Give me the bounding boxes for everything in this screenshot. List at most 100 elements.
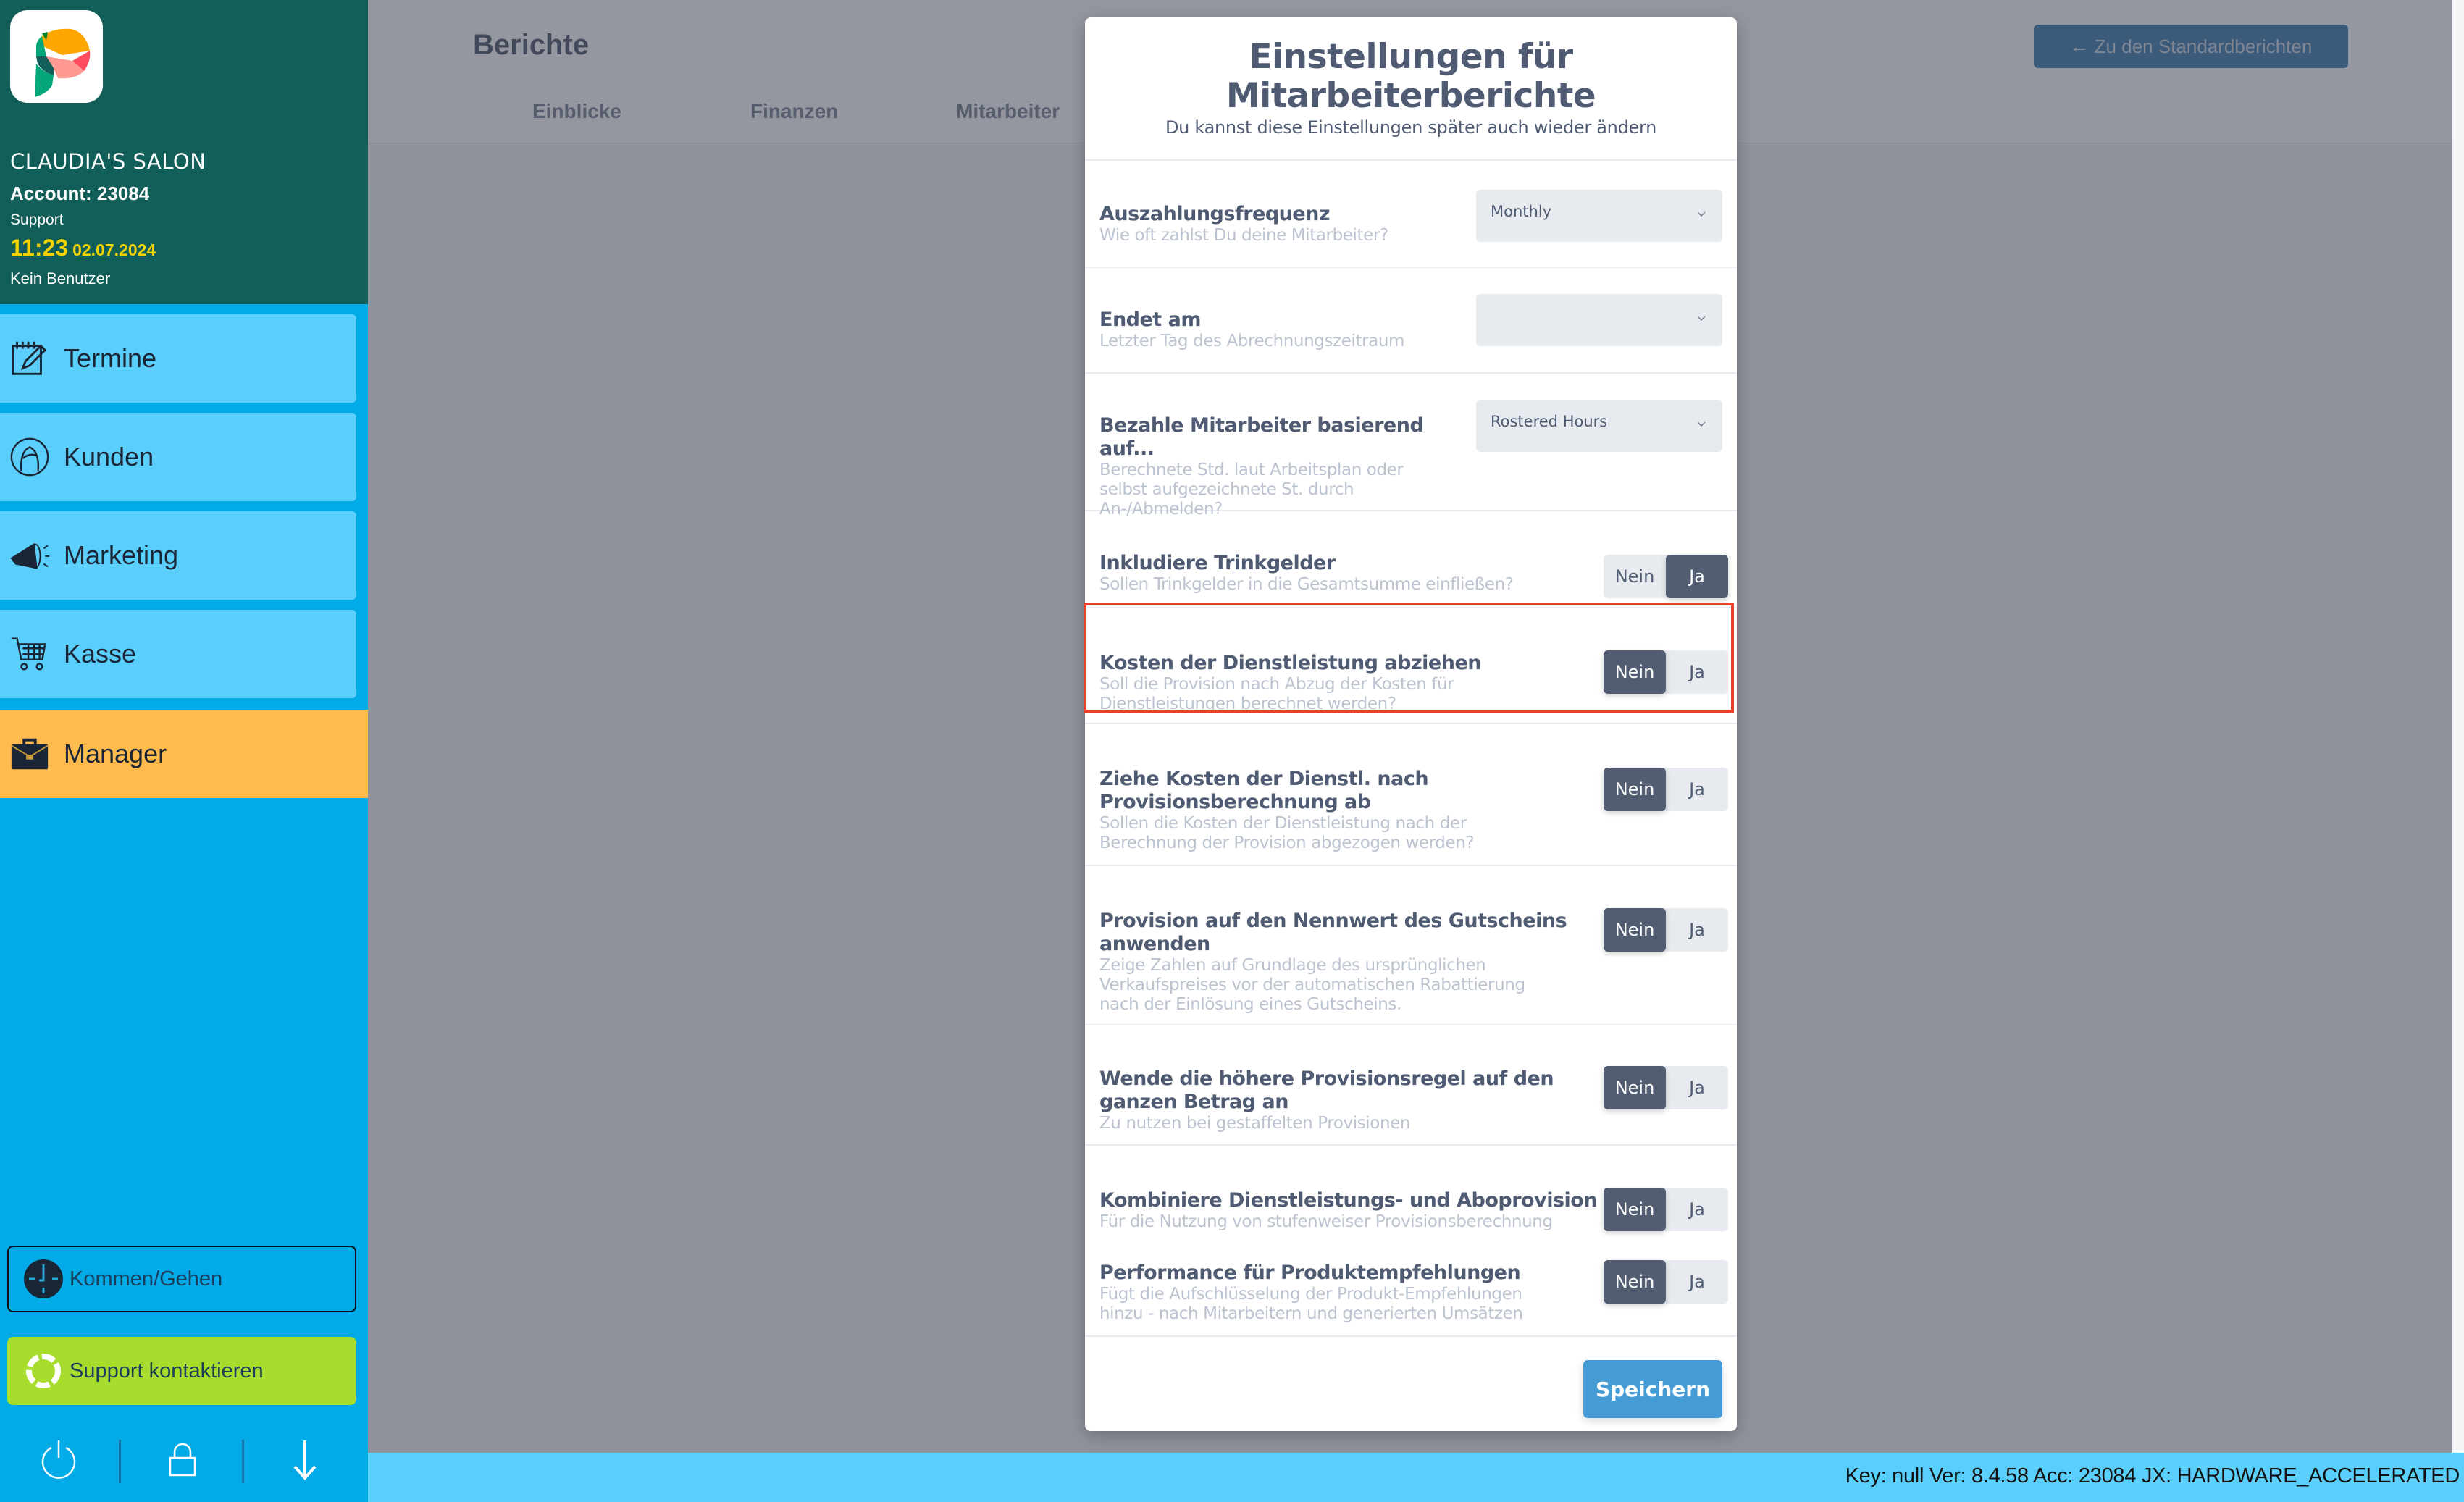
setting-title: Performance für Produktempfehlungen	[1099, 1262, 1521, 1284]
setting-higher-commission-rule: Wende die höhere Provisionsregel auf den…	[1085, 1025, 1737, 1146]
toggle-yes[interactable]: Ja	[1666, 650, 1728, 694]
status-bar: Key: null Ver: 8.4.58 Acc: 23084 JX: HAR…	[368, 1453, 2464, 1502]
setting-deduct-service-cost: Kosten der Dienstleistung abziehen Soll …	[1085, 608, 1737, 724]
setting-desc-line: hinzu - nach Mitarbeitern und generierte…	[1099, 1304, 1523, 1323]
toggle-yes[interactable]: Ja	[1666, 555, 1728, 598]
salon-name: CLAUDIA'S SALON	[10, 149, 206, 174]
setting-desc-line: Zeige Zahlen auf Grundlage des ursprüngl…	[1099, 956, 1486, 975]
minimize-button[interactable]	[280, 1434, 330, 1485]
toggle-no[interactable]: Nein	[1604, 1066, 1666, 1109]
sidebar-item-manager[interactable]: Manager	[0, 710, 368, 798]
clock-in-out-label: Kommen/Gehen	[70, 1267, 223, 1291]
setting-combine-commission: Kombiniere Dienstleistungs- und Aboprovi…	[1085, 1146, 1737, 1231]
modal-header: Einstellungen für Mitarbeiterberichte Du…	[1085, 17, 1737, 161]
scrollbar-track	[2452, 0, 2464, 1453]
setting-deduct-after-commission: Ziehe Kosten der Dienstl. nach Provision…	[1085, 724, 1737, 866]
nav-label: Marketing	[64, 540, 179, 570]
lock-button[interactable]	[156, 1434, 207, 1485]
sidebar-item-kasse[interactable]: Kasse	[0, 610, 356, 698]
setting-title: Endet am	[1099, 309, 1201, 331]
clock: 11:23 02.07.2024	[10, 235, 156, 261]
setting-desc-line: Dienstleistungen berechnet werden?	[1099, 695, 1396, 713]
setting-desc-line: Berechnete Std. laut Arbeitsplan oder	[1099, 461, 1404, 479]
current-user: Kein Benutzer	[10, 269, 111, 288]
separator	[242, 1440, 244, 1483]
sidebar-header: CLAUDIA'S SALON Account: 23084 Support 1…	[0, 0, 368, 304]
setting-title: Auszahlungsfrequenz	[1099, 203, 1331, 225]
sidebar-item-termine[interactable]: Termine	[0, 314, 356, 403]
setting-payout-frequency: Auszahlungsfrequenz Wie oft zahlst Du de…	[1085, 162, 1737, 268]
power-button[interactable]	[33, 1434, 84, 1485]
sidebar-item-kunden[interactable]: Kunden	[0, 413, 356, 501]
current-date: 02.07.2024	[72, 240, 156, 259]
current-time: 11:23	[10, 235, 69, 261]
toggle-yes[interactable]: Ja	[1666, 1260, 1728, 1304]
save-button[interactable]: Speichern	[1583, 1360, 1722, 1418]
toggle-no[interactable]: Nein	[1604, 908, 1666, 952]
modal-subtitle: Du kannst diese Einstellungen später auc…	[1165, 117, 1657, 138]
power-icon	[41, 1440, 76, 1479]
modal-title-line1: Einstellungen für	[1249, 37, 1573, 77]
setting-desc: Letzter Tag des Abrechnungszeitraum	[1099, 332, 1405, 351]
setting-desc: Sollen Trinkgelder in die Gesamtsumme ei…	[1099, 575, 1514, 594]
contact-support-button[interactable]: Support kontaktieren	[7, 1337, 356, 1405]
chevron-down-icon	[1697, 211, 1706, 217]
setting-desc-line: Sollen die Kosten der Dienstleistung nac…	[1099, 814, 1467, 833]
setting-desc: Wie oft zahlst Du deine Mitarbeiter?	[1099, 226, 1388, 245]
modal-title-line2: Mitarbeiterberichte	[1225, 76, 1596, 116]
include-tips-toggle[interactable]: Nein Ja	[1604, 555, 1728, 598]
toggle-no[interactable]: Nein	[1604, 650, 1666, 694]
setting-title: Kombiniere Dienstleistungs- und Aboprovi…	[1099, 1189, 1598, 1212]
setting-pay-basis: Bezahle Mitarbeiter basierend auf... Ber…	[1085, 374, 1737, 519]
toggle-yes[interactable]: Ja	[1666, 908, 1728, 952]
separator	[119, 1440, 121, 1483]
nav-label: Manager	[64, 739, 167, 768]
setting-desc-line: nach der Einlösung eines Gutscheins.	[1099, 995, 1401, 1014]
toggle-no[interactable]: Nein	[1604, 768, 1666, 811]
nav-label: Termine	[64, 343, 157, 373]
payout-frequency-select[interactable]: Monthly	[1476, 190, 1722, 242]
lock-icon	[169, 1443, 196, 1477]
calendar-edit-icon	[7, 336, 52, 381]
logo-icon	[35, 28, 91, 97]
toggle-yes[interactable]: Ja	[1666, 1066, 1728, 1109]
setting-title-line2: anwenden	[1099, 933, 1210, 955]
clock-icon	[24, 1259, 63, 1298]
megaphone-icon	[7, 533, 52, 578]
setting-voucher-face-value: Provision auf den Nennwert des Gutschein…	[1085, 866, 1737, 1025]
setting-title: Bezahle Mitarbeiter basierend auf...	[1099, 414, 1424, 460]
sidebar-item-marketing[interactable]: Marketing	[0, 511, 356, 600]
setting-desc-line: Berechnung der Provision abgezogen werde…	[1099, 834, 1475, 852]
setting-product-recommendations: Performance für Produktempfehlungen Fügt…	[1085, 1218, 1737, 1337]
status-text: Key: null Ver: 8.4.58 Acc: 23084 JX: HAR…	[1845, 1464, 2460, 1488]
product-recommendations-toggle[interactable]: Nein Ja	[1604, 1260, 1728, 1304]
lifebuoy-icon	[26, 1354, 61, 1388]
sidebar: CLAUDIA'S SALON Account: 23084 Support 1…	[0, 0, 368, 1502]
cart-icon	[7, 632, 52, 676]
modal-title: Einstellungen für Mitarbeiterberichte	[1085, 38, 1737, 116]
deduct-service-cost-toggle[interactable]: Nein Ja	[1604, 650, 1728, 694]
setting-title-line2: ganzen Betrag an	[1099, 1091, 1288, 1113]
setting-include-tips: Inkludiere Trinkgelder Sollen Trinkgelde…	[1085, 511, 1737, 608]
setting-title: Provision auf den Nennwert des Gutschein…	[1099, 910, 1567, 932]
higher-commission-rule-toggle[interactable]: Nein Ja	[1604, 1066, 1728, 1109]
setting-desc-line: Fügt die Aufschlüsselung der Produkt-Emp…	[1099, 1285, 1522, 1304]
select-value: Monthly	[1491, 203, 1552, 220]
voucher-face-value-toggle[interactable]: Nein Ja	[1604, 908, 1728, 952]
toggle-yes[interactable]: Ja	[1666, 768, 1728, 811]
deduct-after-commission-toggle[interactable]: Nein Ja	[1604, 768, 1728, 811]
period-end-select[interactable]	[1476, 294, 1722, 346]
setting-title: Kosten der Dienstleistung abziehen	[1099, 652, 1482, 674]
pay-basis-select[interactable]: Rostered Hours	[1476, 400, 1722, 452]
select-value: Rostered Hours	[1491, 413, 1608, 430]
setting-desc-line: Soll die Provision nach Abzug der Kosten…	[1099, 675, 1454, 694]
toggle-no[interactable]: Nein	[1604, 555, 1666, 598]
setting-title-line2: Provisionsberechnung ab	[1099, 791, 1371, 813]
setting-desc-line: selbst aufgezeichnete St. durch	[1099, 480, 1354, 499]
toggle-no[interactable]: Nein	[1604, 1260, 1666, 1304]
clock-in-out-button[interactable]: Kommen/Gehen	[7, 1246, 356, 1312]
sidebar-bottom-actions	[0, 1434, 368, 1492]
briefcase-icon	[7, 731, 52, 776]
arrow-down-icon	[293, 1440, 317, 1481]
user-role: Support	[10, 211, 64, 228]
